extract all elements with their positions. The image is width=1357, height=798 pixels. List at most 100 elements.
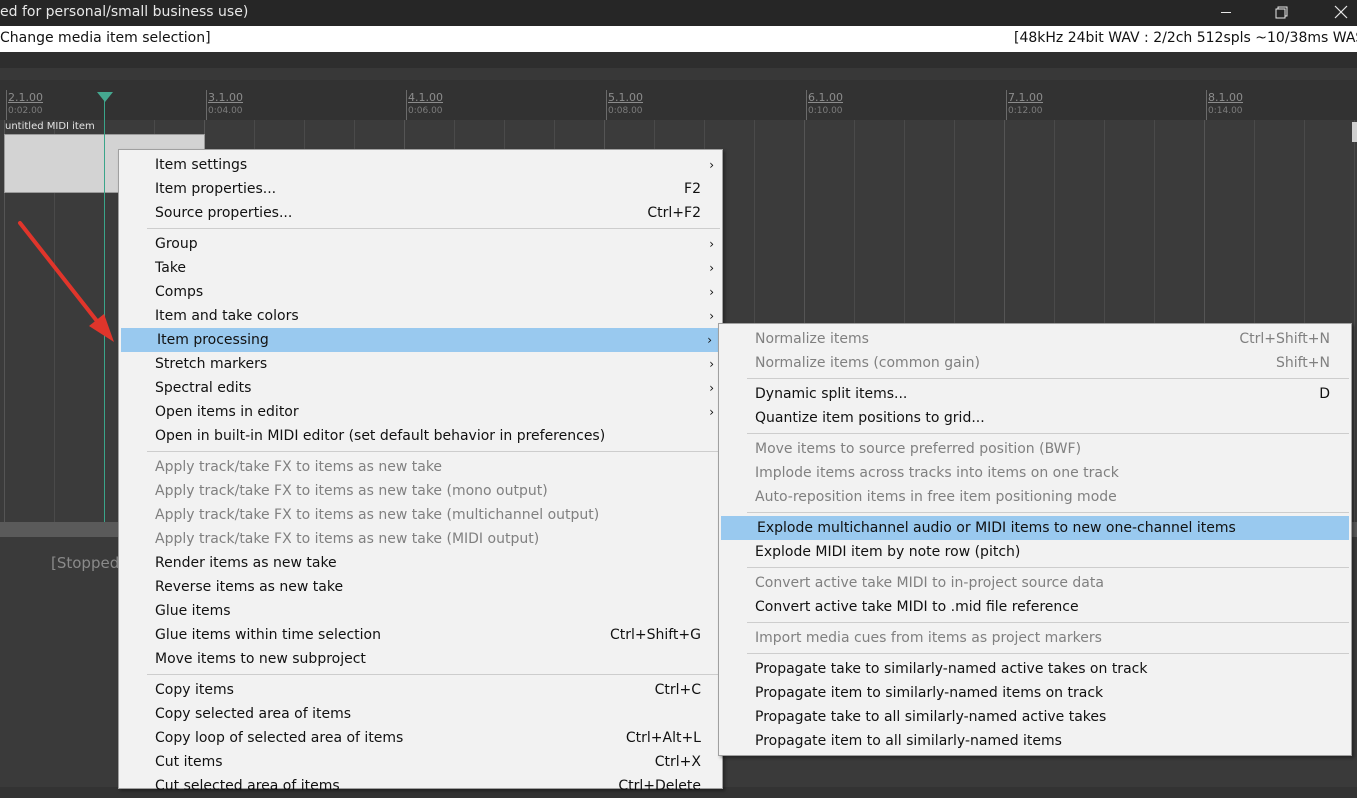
menu-item-label: Spectral edits xyxy=(155,380,252,396)
menu-item-label: Reverse items as new take xyxy=(155,579,344,595)
menu-item-convert-active-take-midi-to-mid-file-ref[interactable]: Convert active take MIDI to .mid file re… xyxy=(719,595,1351,619)
restore-button[interactable] xyxy=(1258,0,1304,26)
menu-item-copy-loop-of-selected-area-of-items[interactable]: Copy loop of selected area of items Ctrl+… xyxy=(119,726,722,750)
menu-item-shortcut: Ctrl+X xyxy=(654,754,701,770)
menu-item-explode-midi-item-by-note-row-pitch[interactable]: Explode MIDI item by note row (pitch) xyxy=(719,540,1351,564)
edit-cursor xyxy=(104,100,105,522)
menu-item-glue-items[interactable]: Glue items xyxy=(119,599,722,623)
menu-item-take[interactable]: Take › xyxy=(119,256,722,280)
menu-item-label: Explode MIDI item by note row (pitch) xyxy=(755,544,1021,560)
menu-item-label: Copy items xyxy=(155,682,234,698)
menu-item-label: Stretch markers xyxy=(155,356,268,372)
menu-separator xyxy=(719,564,1351,571)
menu-item-propagate-item-to-all-similarly-named-it[interactable]: Propagate item to all similarly-named it… xyxy=(719,729,1351,753)
menu-item-open-items-in-editor[interactable]: Open items in editor › xyxy=(119,400,722,424)
transport-status: [Stopped xyxy=(51,554,120,572)
ruler-time-label: 0:08.00 xyxy=(608,106,643,116)
menu-item-label: Quantize item positions to grid... xyxy=(755,410,985,426)
menu-item-import-media-cues-from-items-as-project-[interactable]: Import media cues from items as project … xyxy=(719,626,1351,650)
menu-item-label: Apply track/take FX to items as new take xyxy=(155,459,443,475)
menu-item-item-processing[interactable]: Item processing › xyxy=(121,328,720,352)
ruler-measure-label: 7.1.00 xyxy=(1008,91,1043,104)
menu-item-shortcut: Ctrl+Alt+L xyxy=(625,730,701,746)
menu-item-propagate-item-to-similarly-named-items-[interactable]: Propagate item to similarly-named items … xyxy=(719,681,1351,705)
menu-item-explode-multichannel-audio-or-midi-items[interactable]: Explode multichannel audio or MIDI items… xyxy=(721,516,1349,540)
submenu-chevron-icon: › xyxy=(709,158,714,172)
ruler-measure-label: 4.1.00 xyxy=(408,91,443,104)
menu-item-copy-selected-area-of-items[interactable]: Copy selected area of items xyxy=(119,702,722,726)
ruler-measure-label: 5.1.00 xyxy=(608,91,643,104)
menu-item-label: Auto-reposition items in free item posit… xyxy=(755,489,1117,505)
ruler-time-label: 0:02.00 xyxy=(8,106,43,116)
menu-item-implode-items-across-tracks-into-items-o[interactable]: Implode items across tracks into items o… xyxy=(719,461,1351,485)
menu-item-auto-reposition-items-in-free-item-posit[interactable]: Auto-reposition items in free item posit… xyxy=(719,485,1351,509)
close-button[interactable] xyxy=(1316,0,1357,26)
menu-item-apply-track-take-fx-to-items-as-new-take[interactable]: Apply track/take FX to items as new take… xyxy=(119,503,722,527)
menu-item-cut-items[interactable]: Cut items Ctrl+X xyxy=(119,750,722,774)
edit-cursor-marker[interactable] xyxy=(97,92,113,102)
menu-item-dynamic-split-items[interactable]: Dynamic split items... D xyxy=(719,382,1351,406)
menu-item-label: Propagate item to similarly-named items … xyxy=(755,685,1104,701)
menu-item-open-in-built-in-midi-editor-set-default[interactable]: Open in built-in MIDI editor (set defaul… xyxy=(119,424,722,448)
menu-item-label: Normalize items (common gain) xyxy=(755,355,980,371)
menu-item-propagate-take-to-similarly-named-active[interactable]: Propagate take to similarly-named active… xyxy=(719,657,1351,681)
minimize-button[interactable] xyxy=(1202,0,1248,26)
menu-item-label: Item processing xyxy=(157,332,269,348)
menu-separator xyxy=(719,509,1351,516)
ruler-tick xyxy=(1006,90,1007,120)
menu-item-apply-track-take-fx-to-items-as-new-take[interactable]: Apply track/take FX to items as new take xyxy=(119,455,722,479)
menu-item-move-items-to-source-preferred-position-[interactable]: Move items to source preferred position … xyxy=(719,437,1351,461)
menu-item-cut-selected-area-of-items[interactable]: Cut selected area of items Ctrl+Delete xyxy=(119,774,722,798)
menu-item-item-properties[interactable]: Item properties... F2 xyxy=(119,177,722,201)
menu-item-shortcut: Shift+N xyxy=(1275,355,1330,371)
menu-separator xyxy=(719,375,1351,382)
ruler-measure-label: 2.1.00 xyxy=(8,91,43,104)
menu-item-stretch-markers[interactable]: Stretch markers › xyxy=(119,352,722,376)
menu-item-label: Move items to new subproject xyxy=(155,651,366,667)
submenu-chevron-icon: › xyxy=(707,333,712,347)
ruler-time-label: 0:14.00 xyxy=(1208,106,1243,116)
menu-item-label: Render items as new take xyxy=(155,555,337,571)
menu-item-item-settings[interactable]: Item settings › xyxy=(119,153,722,177)
ruler-tick xyxy=(806,90,807,120)
last-action-text: Change media item selection] xyxy=(0,30,211,46)
menu-item-convert-active-take-midi-to-in-project-s[interactable]: Convert active take MIDI to in-project s… xyxy=(719,571,1351,595)
menu-item-render-items-as-new-take[interactable]: Render items as new take xyxy=(119,551,722,575)
menu-item-shortcut: D xyxy=(1319,386,1330,402)
menu-item-label: Open in built-in MIDI editor (set defaul… xyxy=(155,428,606,444)
menu-item-label: Comps xyxy=(155,284,204,300)
menu-item-label: Propagate item to all similarly-named it… xyxy=(755,733,1062,749)
vertical-scrollbar-thumb[interactable] xyxy=(1352,122,1357,142)
menu-item-label: Propagate take to similarly-named active… xyxy=(755,661,1148,677)
menu-item-label: Copy loop of selected area of items xyxy=(155,730,404,746)
timeline-ruler[interactable] xyxy=(0,80,1357,120)
submenu-chevron-icon: › xyxy=(709,357,714,371)
menu-item-glue-items-within-time-selection[interactable]: Glue items within time selection Ctrl+Shi… xyxy=(119,623,722,647)
menu-item-quantize-item-positions-to-grid[interactable]: Quantize item positions to grid... xyxy=(719,406,1351,430)
grid-line xyxy=(1354,120,1355,522)
item-processing-submenu: Normalize items Ctrl+Shift+N Normalize ite… xyxy=(718,323,1352,756)
menu-item-reverse-items-as-new-take[interactable]: Reverse items as new take xyxy=(119,575,722,599)
ruler-tick xyxy=(206,90,207,120)
menu-item-label: Item and take colors xyxy=(155,308,299,324)
menu-item-apply-track-take-fx-to-items-as-new-take[interactable]: Apply track/take FX to items as new take… xyxy=(119,527,722,551)
menu-item-group[interactable]: Group › xyxy=(119,232,722,256)
menu-item-label: Glue items xyxy=(155,603,231,619)
ruler-tick xyxy=(406,90,407,120)
menu-item-move-items-to-new-subproject[interactable]: Move items to new subproject xyxy=(119,647,722,671)
menu-item-normalize-items[interactable]: Normalize items Ctrl+Shift+N xyxy=(719,327,1351,351)
audio-device-info[interactable]: [48kHz 24bit WAV : 2/2ch 512spls ~10/38m… xyxy=(1014,30,1357,46)
menu-item-label: Import media cues from items as project … xyxy=(755,630,1102,646)
menu-item-comps[interactable]: Comps › xyxy=(119,280,722,304)
menu-separator xyxy=(719,650,1351,657)
menu-item-normalize-items-common-gain[interactable]: Normalize items (common gain) Shift+N xyxy=(719,351,1351,375)
menu-item-item-and-take-colors[interactable]: Item and take colors › xyxy=(119,304,722,328)
menu-item-copy-items[interactable]: Copy items Ctrl+C xyxy=(119,678,722,702)
menu-item-propagate-take-to-all-similarly-named-ac[interactable]: Propagate take to all similarly-named ac… xyxy=(719,705,1351,729)
submenu-chevron-icon: › xyxy=(709,285,714,299)
ruler-time-label: 0:12.00 xyxy=(1008,106,1043,116)
menu-item-label: Apply track/take FX to items as new take… xyxy=(155,531,540,547)
menu-item-source-properties[interactable]: Source properties... Ctrl+F2 xyxy=(119,201,722,225)
menu-item-apply-track-take-fx-to-items-as-new-take[interactable]: Apply track/take FX to items as new take… xyxy=(119,479,722,503)
menu-item-spectral-edits[interactable]: Spectral edits › xyxy=(119,376,722,400)
